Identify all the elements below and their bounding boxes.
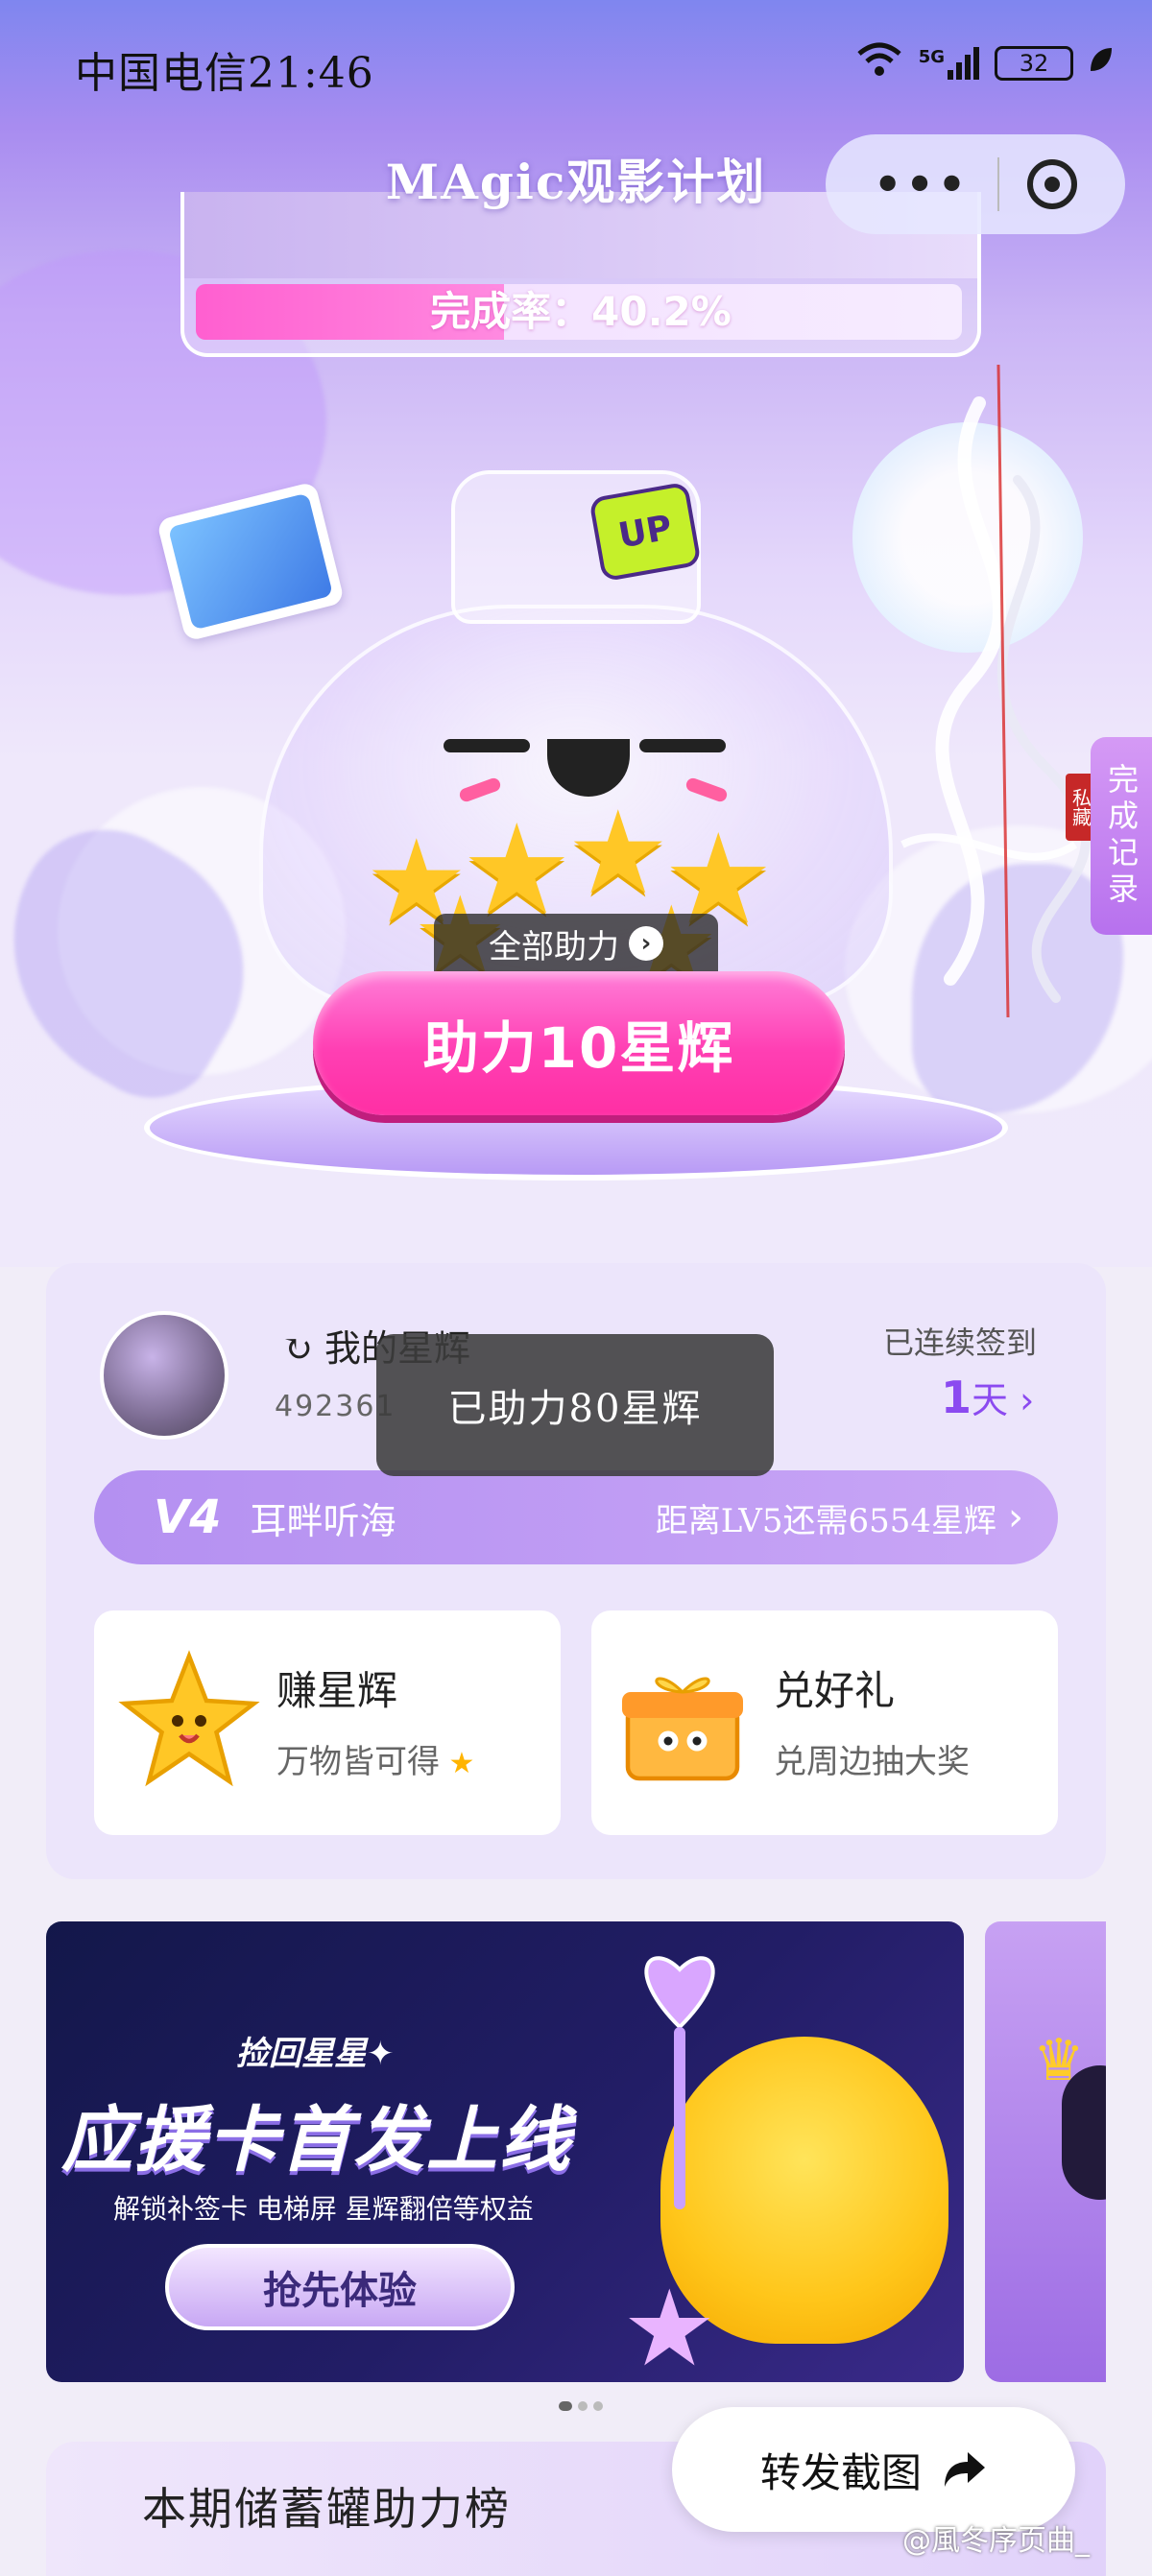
help-all-label: 全部助力 [489,927,619,966]
small-star-icon: ★ [440,1747,475,1780]
status-bar: 中国电信21:46 5G 32 [0,0,1152,134]
jar-right-eye [639,739,726,752]
share-screenshot-button[interactable]: 转发截图 [672,2407,1075,2532]
chevron-right-icon: › [629,926,663,961]
redeem-title: 兑好礼 [774,1667,896,1714]
completion-record-tab[interactable]: 完成记录 [1091,737,1152,935]
checkin-days-unit: 天 [972,1379,1009,1421]
level-bar[interactable]: V4 耳畔听海 距离LV5还需6554星辉 › [94,1470,1058,1564]
banner-pager [559,2401,603,2411]
star-icon: ★ [622,2267,717,2382]
watermark: @風冬序页曲_ [902,2524,1090,2558]
calligraphy-decoration [900,365,1091,1017]
battery-icon: 32 [995,45,1073,81]
miniapp-capsule: ••• [826,134,1125,234]
earn-stars-tile[interactable]: 赚星辉 万物皆可得 ★ [94,1610,561,1835]
level-next-text: 距离LV5还需6554星辉 [655,1501,996,1540]
redeem-gifts-tile[interactable]: 兑好礼 兑周边抽大奖 [591,1610,1058,1835]
jar-left-eye [444,739,530,752]
earn-subtitle: 万物皆可得 ★ [276,1743,475,1781]
chevron-right-icon: › [1008,1495,1023,1539]
level-badge: V4 [154,1491,222,1544]
magic-wand-icon [644,1956,715,2209]
network-type: 5G [918,46,945,67]
chevron-right-icon: › [1008,1379,1035,1421]
leaf-icon [1089,46,1114,80]
share-arrow-icon [945,2452,985,2487]
avatar[interactable] [100,1311,228,1440]
banner-number-shape [1062,2065,1106,2200]
battery-level: 32 [1019,49,1049,77]
close-miniapp-icon[interactable] [1027,159,1077,209]
earn-title: 赚星辉 [276,1667,398,1714]
help-all-button[interactable]: 全部助力 › [434,914,718,973]
toast-message: 已助力80星辉 [376,1334,774,1476]
refresh-icon: ↻ [282,1327,313,1370]
banner-title: 应援卡首发上线 [61,2099,572,2182]
next-banner-preview[interactable]: ♛ [985,1921,1106,2382]
share-label: 转发截图 [759,2448,922,2496]
redeem-subtitle: 兑周边抽大奖 [774,1743,970,1781]
level-name: 耳畔听海 [250,1499,396,1542]
more-icon[interactable]: ••• [874,158,970,210]
rank-title: 本期储蓄罐助力榜 [142,2483,511,2535]
signal-icon: 5G [918,46,979,80]
boost-button[interactable]: 助力10星辉 [313,971,845,1115]
banner-cta-button[interactable]: 抢先体验 [165,2244,515,2330]
banner-kicker: 捡回星星✦ [236,2035,395,2073]
status-icons: 5G 32 [855,42,1114,83]
completion-rate-text: 完成率：40.2% [430,288,732,335]
up-badge: UP [588,481,702,583]
gift-box-icon [622,1677,743,1781]
checkin-days[interactable]: 1天 › [941,1371,1034,1423]
capsule-divider [997,157,1000,211]
checkin-label: 已连续签到 [883,1324,1038,1361]
carrier-time: 中国电信21:46 [75,49,374,98]
promo-banner[interactable]: 捡回星星✦ 应援卡首发上线 解锁补签卡 电梯屏 星辉翻倍等权益 抢先体验 ★ [46,1921,964,2382]
star-mascot-icon [118,1650,260,1787]
banner-subtitle: 解锁补签卡 电梯屏 星辉翻倍等权益 [113,2193,534,2225]
checkin-days-value: 1 [941,1371,972,1423]
wifi-icon [855,42,903,83]
